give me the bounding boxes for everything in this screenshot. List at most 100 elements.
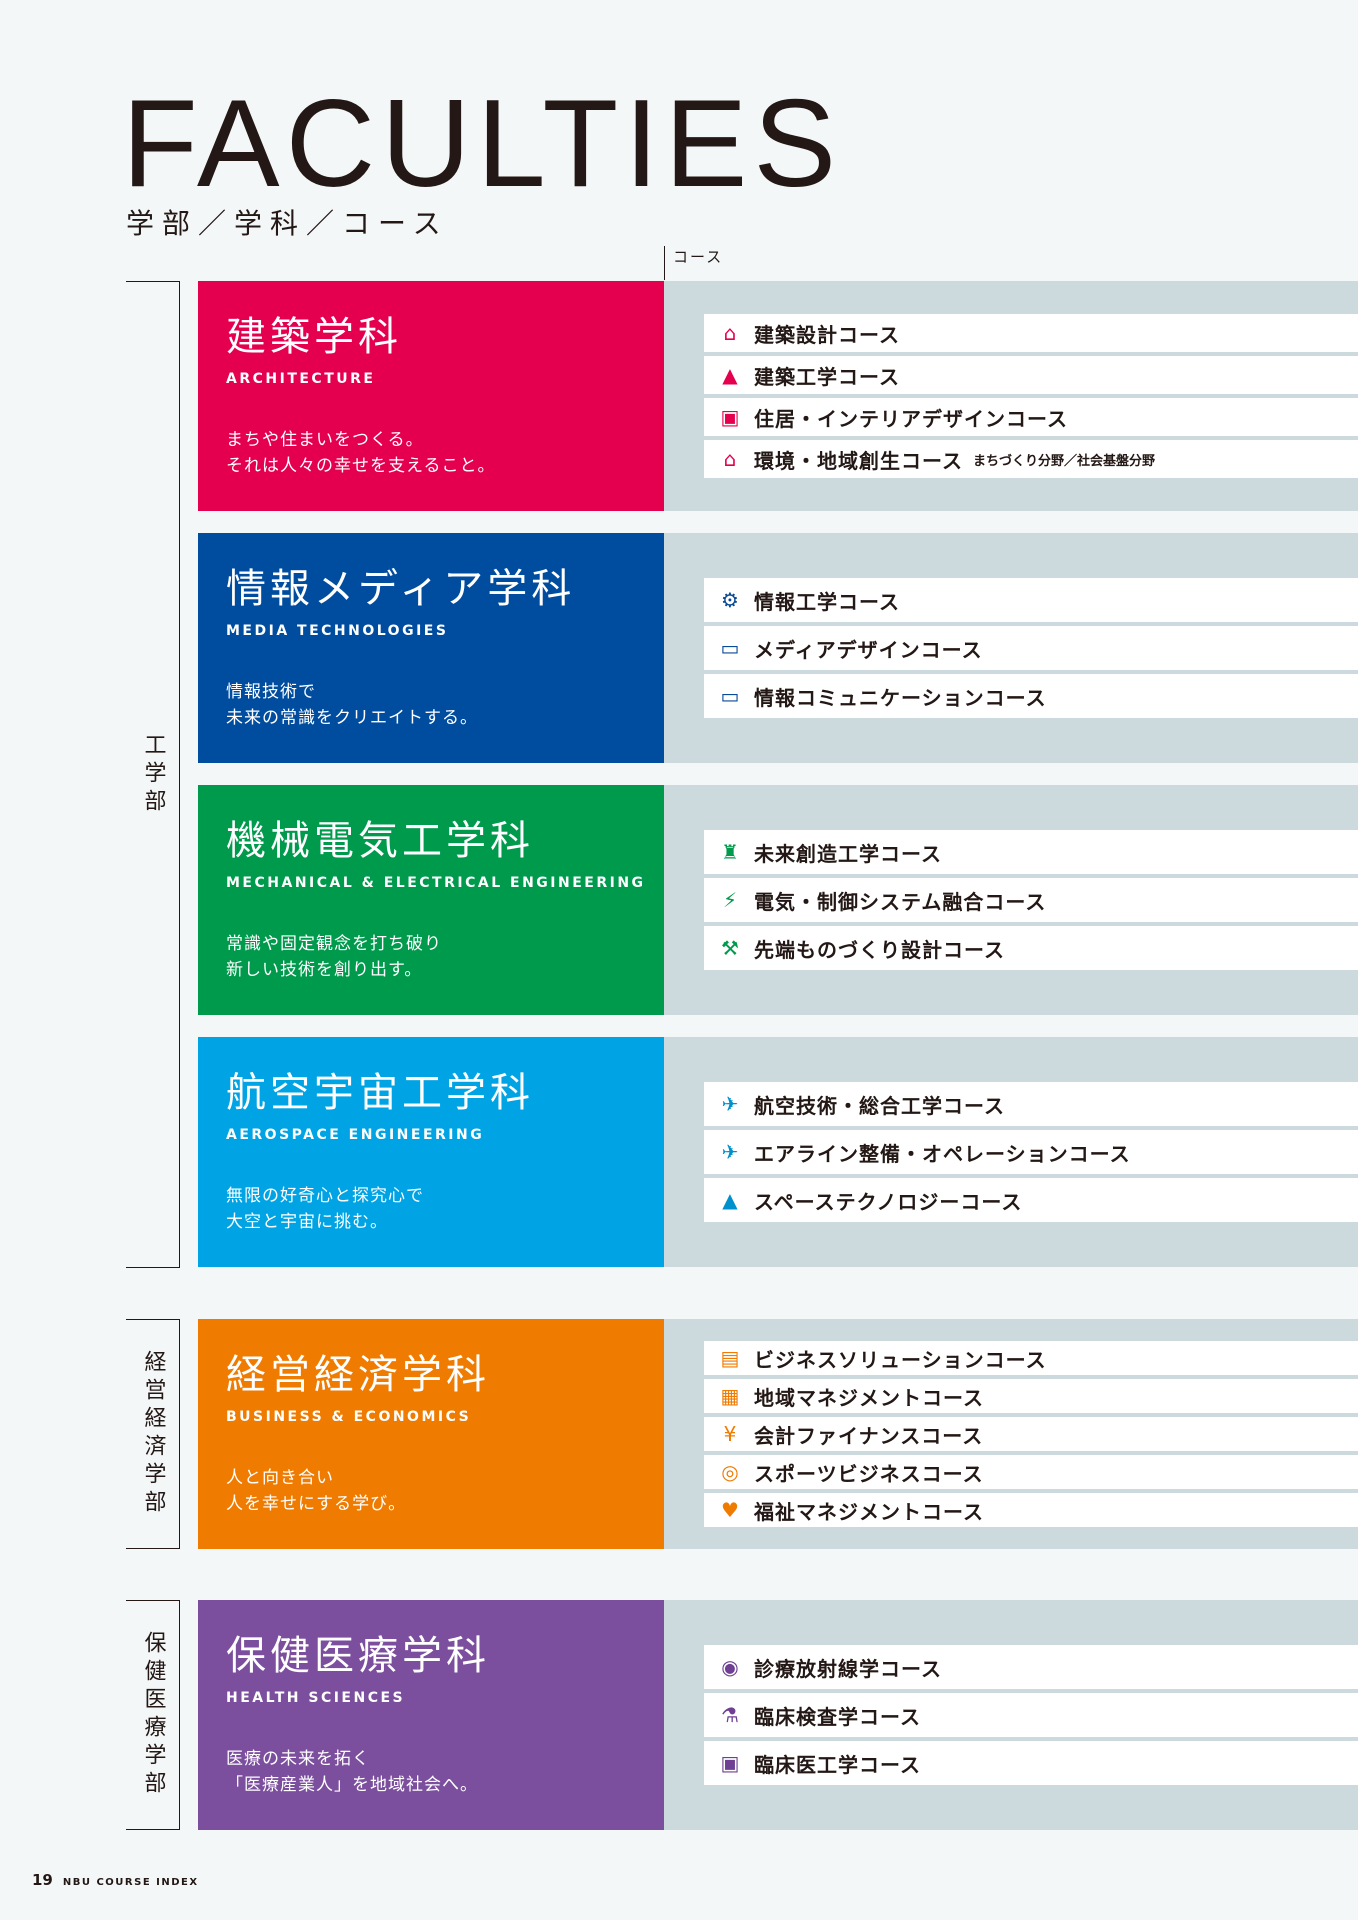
department-name: 建築学科 <box>226 314 402 360</box>
town-icon: ⌂ <box>723 447 737 471</box>
course-item[interactable]: ▲ スペーステクノロジーコース <box>704 1178 1358 1222</box>
department-block: 保健医療学科 HEALTH SCIENCES 医療の未来を拓く 「医療産業人」を地域社… <box>198 1600 1358 1830</box>
department-panel: 建築学科 ARCHITECTURE まちや住まいをつくる。 それは人々の幸せを支えるこ… <box>198 281 664 511</box>
course-item[interactable]: ▲ 建築工学コース <box>704 356 1358 394</box>
course-label: スポーツビジネスコース <box>754 1461 984 1486</box>
department-block: 経営経済学科 BUSINESS & ECONOMICS 人と向き合い人を幸せにする学… <box>198 1319 1358 1549</box>
course-item[interactable]: ✈ エアライン整備・オペレーションコース <box>704 1130 1358 1174</box>
building-icon: ⌂ <box>723 321 737 345</box>
description-line: 人を幸せにする学び。 <box>226 1494 407 1514</box>
page-footer: 19 NBU COURSE INDEX <box>32 1871 199 1889</box>
course-item[interactable]: ✈ 航空技術・総合工学コース <box>704 1082 1358 1126</box>
course-label: ビジネスソリューションコース <box>754 1347 1047 1372</box>
faculty-label: 工学部 <box>140 732 166 817</box>
course-label: メディアデザインコース <box>754 637 983 662</box>
page-subtitle: 学部／学科／コース <box>126 207 449 240</box>
crane-icon: ▲ <box>722 363 738 387</box>
department-panel: 情報メディア学科 MEDIA TECHNOLOGIES 情報技術で 未来の常識をクリエ… <box>198 533 664 763</box>
course-panel: ▤ ビジネスソリューションコース ▦ 地域マネジメントコース ¥ 会計ファイナンスコース ◎… <box>664 1319 1358 1549</box>
course-item[interactable]: ▭ 情報コミュニケーションコース <box>704 674 1358 718</box>
description-line: 未来の常識をクリエイトする。 <box>226 708 478 728</box>
welfare-icon: ♥ <box>721 1498 739 1522</box>
course-label: 先端ものづくり設計コース <box>754 937 1005 962</box>
finance-icon: ¥ <box>723 1422 737 1446</box>
department-english-name: HEALTH SCIENCES <box>226 1690 406 1706</box>
department-panel: 機械電気工学科 MECHANICAL & ELECTRICAL ENGINEERI… <box>198 785 664 1015</box>
interior-icon: ▣ <box>720 405 740 429</box>
department-description: 人と向き合い人を幸せにする学び。 <box>226 1465 406 1517</box>
course-label: 地域マネジメントコース <box>754 1385 984 1410</box>
faculty-bracket-engineering: 工学部 <box>126 281 180 1268</box>
course-label: 環境・地域創生コース <box>754 448 963 473</box>
course-label: 診療放射線学コース <box>754 1656 942 1681</box>
department-description: 常識や固定観念を打ち破り 新しい技術を創り出す。 <box>226 931 442 983</box>
course-label: 臨床医工学コース <box>754 1752 921 1777</box>
course-panel: ⚙ 情報工学コース ▭ メディアデザインコース ▭ 情報コミュニケーションコース <box>664 533 1358 763</box>
description-line: 情報技術で <box>226 682 316 702</box>
department-english-name: MEDIA TECHNOLOGIES <box>226 623 449 639</box>
description-line: 無限の好奇心と探究心で <box>226 1186 424 1206</box>
sports-icon: ◎ <box>721 1460 739 1484</box>
department-block: 機械電気工学科 MECHANICAL & ELECTRICAL ENGINEERI… <box>198 785 1358 1015</box>
course-item[interactable]: ⚙ 情報工学コース <box>704 578 1358 622</box>
course-item[interactable]: ⌂ 建築設計コース <box>704 314 1358 352</box>
department-name: 経営経済学科 <box>226 1352 490 1398</box>
course-label: 会計ファイナンスコース <box>754 1423 984 1448</box>
department-panel: 保健医療学科 HEALTH SCIENCES 医療の未来を拓く 「医療産業人」を地域社… <box>198 1600 664 1830</box>
department-description: 情報技術で未来の常識をクリエイトする。 <box>226 679 478 731</box>
microscope-icon: ⚗ <box>721 1703 739 1727</box>
course-panel: ◉ 診療放射線学コース ⚗ 臨床検査学コース ▣ 臨床医工学コース <box>664 1600 1358 1830</box>
description-line: まちや住まいをつくる。 <box>226 430 424 450</box>
course-label: スペーステクノロジーコース <box>754 1189 1023 1214</box>
computer-gear-icon: ⚙ <box>721 588 739 612</box>
design-monitor-icon: ▭ <box>720 636 740 660</box>
page-number: 19 <box>32 1871 53 1889</box>
course-label: 情報コミュニケーションコース <box>754 685 1047 710</box>
course-item[interactable]: ⌂ 環境・地域創生コース まちづくり分野／社会基盤分野 <box>704 440 1358 478</box>
description-line: それは人々の幸せを支えること。 <box>226 456 496 476</box>
footer-label: NBU COURSE INDEX <box>62 1877 199 1888</box>
course-label: 未来創造工学コース <box>754 841 942 866</box>
rocket-icon: ▲ <box>722 1188 738 1212</box>
course-item[interactable]: ♜ 未来創造工学コース <box>704 830 1358 874</box>
department-name: 機械電気工学科 <box>226 818 534 864</box>
course-item[interactable]: ▣ 臨床医工学コース <box>704 1741 1358 1785</box>
department-block: 建築学科 ARCHITECTURE まちや住まいをつくる。 それは人々の幸せを支えるこ… <box>198 281 1358 511</box>
department-english-name: BUSINESS & ECONOMICS <box>226 1409 472 1425</box>
course-item[interactable]: ▤ ビジネスソリューションコース <box>704 1341 1358 1375</box>
faculty-bracket-health: 保健医療学部 <box>126 1600 180 1830</box>
course-panel: ✈ 航空技術・総合工学コース ✈ エアライン整備・オペレーションコース ▲ スペーステクノ… <box>664 1037 1358 1267</box>
course-label: 福祉マネジメントコース <box>754 1499 984 1524</box>
course-panel: ⌂ 建築設計コース ▲ 建築工学コース ▣ 住居・インテリアデザインコース ⌂ 環境・地域創生… <box>664 281 1358 511</box>
airplane-icon: ✈ <box>721 1092 739 1116</box>
description-line: 「医療産業人」を地域社会へ。 <box>226 1775 478 1795</box>
course-label: 情報工学コース <box>754 589 900 614</box>
course-item[interactable]: ▭ メディアデザインコース <box>704 626 1358 670</box>
course-item[interactable]: ▦ 地域マネジメントコース <box>704 1379 1358 1413</box>
course-label: 建築設計コース <box>754 322 900 347</box>
department-name: 航空宇宙工学科 <box>226 1070 534 1116</box>
faculty-bracket-business: 経営経済学部 <box>126 1319 180 1549</box>
department-description: 医療の未来を拓く 「医療産業人」を地域社会へ。 <box>226 1746 478 1798</box>
maintenance-icon: ✈ <box>721 1140 739 1164</box>
department-english-name: MECHANICAL & ELECTRICAL ENGINEERING <box>226 875 646 891</box>
description-line: 新しい技術を創り出す。 <box>226 960 423 980</box>
faculty-label: 経営経済学部 <box>140 1350 166 1518</box>
course-label: 建築工学コース <box>754 364 900 389</box>
course-label: 電気・制御システム融合コース <box>754 889 1047 914</box>
medical-device-icon: ▣ <box>720 1751 740 1775</box>
description-line: 大空と宇宙に挑む。 <box>226 1212 388 1232</box>
course-item[interactable]: ▣ 住居・インテリアデザインコース <box>704 398 1358 436</box>
course-item[interactable]: ♥ 福祉マネジメントコース <box>704 1493 1358 1527</box>
course-item[interactable]: ◉ 診療放射線学コース <box>704 1645 1358 1689</box>
course-item[interactable]: ¥ 会計ファイナンスコース <box>704 1417 1358 1451</box>
circuit-icon: ⚡ <box>722 888 738 912</box>
course-item[interactable]: ⚒ 先端ものづくり設計コース <box>704 926 1358 970</box>
course-item[interactable]: ⚗ 臨床検査学コース <box>704 1693 1358 1737</box>
course-label: 住居・インテリアデザインコース <box>754 406 1068 431</box>
description-line: 人と向き合い <box>226 1468 334 1488</box>
course-item[interactable]: ◎ スポーツビジネスコース <box>704 1455 1358 1489</box>
course-item[interactable]: ⚡ 電気・制御システム融合コース <box>704 878 1358 922</box>
department-description: 無限の好奇心と探究心で 大空と宇宙に挑む。 <box>226 1183 424 1235</box>
department-description: まちや住まいをつくる。それは人々の幸せを支えること。 <box>226 427 496 479</box>
